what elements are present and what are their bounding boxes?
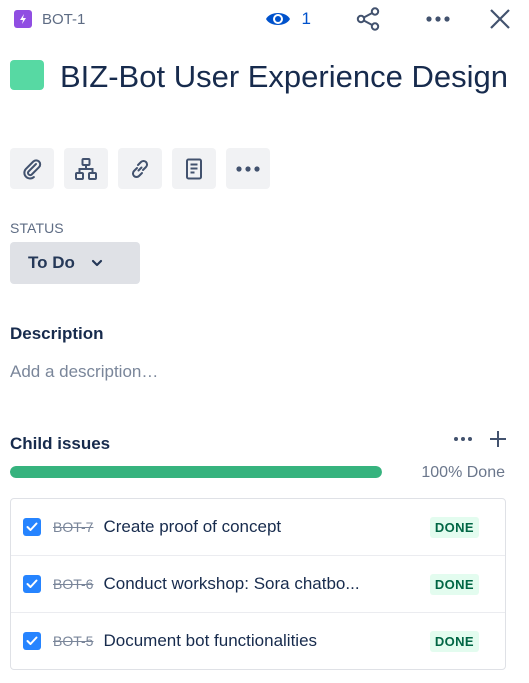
check-icon xyxy=(26,636,38,645)
status-value: To Do xyxy=(28,253,75,272)
child-issues-progress-bar xyxy=(10,466,382,478)
checkbox[interactable] xyxy=(23,575,41,593)
status-dropdown[interactable]: To Do xyxy=(10,242,140,284)
plus-icon xyxy=(490,431,506,447)
attachment-icon xyxy=(23,158,42,179)
child-issues-heading: Child issues xyxy=(10,434,111,453)
share-icon xyxy=(356,7,380,31)
epic-type-badge xyxy=(14,10,32,28)
issue-title[interactable]: BIZ-Bot User Experience Design xyxy=(60,58,508,96)
more-icon xyxy=(236,165,260,172)
issue-toolbar xyxy=(10,148,270,189)
link-icon xyxy=(131,159,149,178)
child-issue-key[interactable]: BOT-6 xyxy=(53,576,93,592)
issue-title-area: BIZ-Bot User Experience Design xyxy=(10,58,509,96)
link-issue-button[interactable] xyxy=(118,148,162,189)
status-lozenge: DONE xyxy=(429,573,479,595)
issue-header-bar: BOT-1 1 xyxy=(14,6,511,32)
status-lozenge: DONE xyxy=(429,516,479,538)
progress-text: 100% Done xyxy=(421,464,505,481)
header-actions: 1 xyxy=(264,7,511,31)
child-issue-key[interactable]: BOT-5 xyxy=(53,633,93,649)
hierarchy-icon xyxy=(75,157,97,180)
chevron-down-icon xyxy=(91,259,103,267)
watch-count: 1 xyxy=(301,9,311,28)
checkbox[interactable] xyxy=(23,632,41,650)
child-issue-row[interactable]: BOT-7 Create proof of concept DONE xyxy=(11,499,505,556)
progress-fill xyxy=(10,466,382,478)
issue-key-link[interactable]: BOT-1 xyxy=(42,11,85,28)
close-icon xyxy=(490,9,510,29)
description-heading: Description xyxy=(10,324,104,343)
child-issue-row[interactable]: BOT-6 Conduct workshop: Sora chatbo... DON… xyxy=(11,556,505,613)
add-child-button[interactable] xyxy=(489,430,507,448)
child-issues-more-button[interactable] xyxy=(453,436,473,442)
child-issue-summary[interactable]: Create proof of concept xyxy=(103,517,281,537)
status-lozenge: DONE xyxy=(429,630,479,652)
add-page-button[interactable] xyxy=(172,148,216,189)
child-issue-key[interactable]: BOT-7 xyxy=(53,519,93,535)
share-button[interactable] xyxy=(355,7,381,31)
child-issue-summary[interactable]: Document bot functionalities xyxy=(103,631,317,651)
child-issues-actions xyxy=(453,430,507,448)
status-label: STATUS xyxy=(10,220,64,236)
child-issue-summary[interactable]: Conduct workshop: Sora chatbo... xyxy=(103,574,359,594)
more-icon xyxy=(454,437,472,441)
more-actions-button[interactable] xyxy=(425,15,451,23)
child-issues-list: BOT-7 Create proof of concept DONE BOT-6 Con… xyxy=(10,498,506,670)
child-issue-row[interactable]: BOT-5 Document bot functionalities DONE xyxy=(11,613,505,669)
issue-detail-panel: BOT-1 1 BIZ-Bot User Experience Design S… xyxy=(0,0,529,683)
check-icon xyxy=(26,522,38,531)
checkbox[interactable] xyxy=(23,518,41,536)
watch-button[interactable]: 1 xyxy=(264,8,355,30)
lightning-icon xyxy=(20,14,26,24)
toolbar-more-button[interactable] xyxy=(226,148,270,189)
attach-button[interactable] xyxy=(10,148,54,189)
description-field[interactable]: Add a description… xyxy=(10,362,158,382)
epic-color-swatch xyxy=(10,60,44,90)
check-icon xyxy=(26,579,38,588)
close-button[interactable] xyxy=(489,8,511,30)
eye-icon xyxy=(265,13,290,25)
add-child-issue-button[interactable] xyxy=(64,148,108,189)
more-icon xyxy=(426,16,450,22)
page-icon xyxy=(186,158,202,179)
